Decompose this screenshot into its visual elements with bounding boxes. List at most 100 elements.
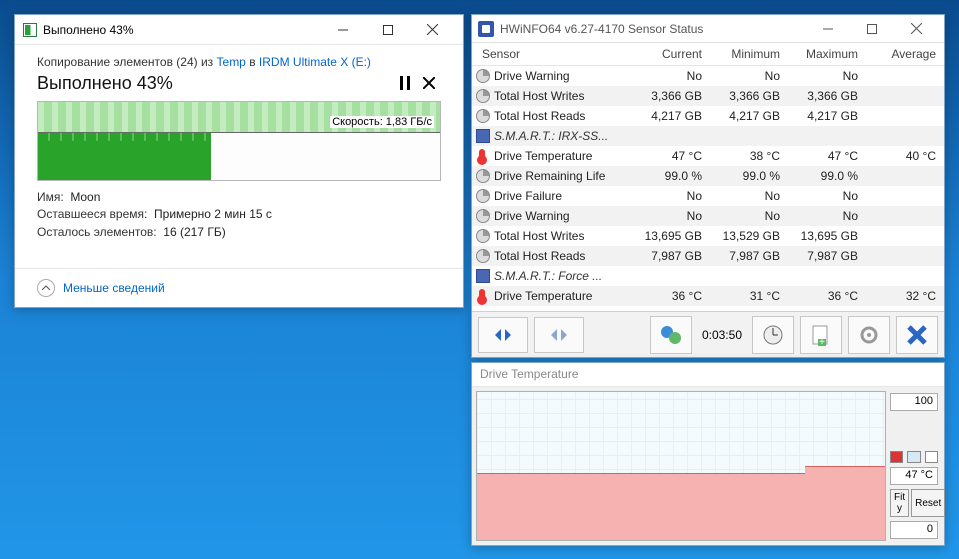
sensor-cur: 4,217 GB [632, 106, 710, 126]
copy-progress-window: Выполнено 43% Копирование элементов (24)… [14, 14, 464, 308]
sensor-min: 38 °C [710, 146, 788, 166]
expand-collapse-left-button[interactable] [478, 317, 528, 353]
hwinfo-app-icon [478, 21, 494, 37]
sensor-max: 99.0 % [788, 166, 866, 186]
sensor-cur: No [632, 186, 710, 206]
sensor-section-row[interactable]: S.M.A.R.T.: Force ... [472, 266, 944, 286]
reset-button[interactable]: Reset [911, 489, 945, 517]
sensor-row[interactable]: Drive FailureNoNoNo [472, 186, 944, 206]
copy-body: Копирование элементов (24) из Temp в IRD… [15, 45, 463, 268]
swatch-bg-icon[interactable] [907, 451, 920, 463]
sensor-cur: 7,987 GB [632, 246, 710, 266]
sensor-cur: 13,695 GB [632, 226, 710, 246]
sensor-max: No [788, 206, 866, 226]
copy-footer: Меньше сведений [15, 268, 463, 307]
sensor-min: 99.0 % [710, 166, 788, 186]
sensor-max: 36 °C [788, 286, 866, 306]
minimize-button[interactable] [320, 16, 365, 44]
sensor-row[interactable]: Drive Remaining Life99.0 %99.0 %99.0 % [472, 166, 944, 186]
maximize-button[interactable] [365, 16, 410, 44]
col-average[interactable]: Average [866, 43, 944, 66]
sensor-max: No [788, 66, 866, 87]
temperature-graph[interactable] [476, 391, 886, 541]
swatch-grid-icon[interactable] [925, 451, 938, 463]
copy-progress-icon [23, 23, 37, 37]
save-report-button[interactable]: + [800, 316, 842, 354]
sensor-row[interactable]: Drive Temperature47 °C38 °C47 °C40 °C [472, 146, 944, 166]
sensor-row[interactable]: Drive WarningNoNoNo [472, 66, 944, 87]
pause-button[interactable] [393, 71, 417, 95]
expand-collapse-right-button[interactable] [534, 317, 584, 353]
copy-titlebar[interactable]: Выполнено 43% [15, 15, 463, 45]
close-sensors-button[interactable] [896, 316, 938, 354]
sensor-min: No [710, 66, 788, 87]
swatch-series-icon[interactable] [890, 451, 903, 463]
sensor-section-row[interactable]: S.M.A.R.T.: IRX-SS... [472, 126, 944, 146]
copy-name-label: Имя: [37, 190, 64, 204]
col-minimum[interactable]: Minimum [710, 43, 788, 66]
sensor-min: 3,366 GB [710, 86, 788, 106]
sensor-row[interactable]: Total Host Reads7,987 GB7,987 GB7,987 GB [472, 246, 944, 266]
sensor-section-name: S.M.A.R.T.: Force ... [494, 269, 602, 283]
sensor-min: No [710, 186, 788, 206]
gauge-icon [476, 89, 490, 103]
col-current[interactable]: Current [632, 43, 710, 66]
graph-current-value: 47 °C [890, 467, 938, 485]
sensor-row[interactable]: Total Host Reads4,217 GB4,217 GB4,217 GB [472, 106, 944, 126]
copy-meta: Имя: Moon Оставшееся время: Примерно 2 м… [37, 189, 441, 241]
chevron-up-icon[interactable] [37, 279, 55, 297]
graph-color-swatches[interactable] [890, 451, 938, 463]
logging-button[interactable] [650, 316, 692, 354]
col-maximum[interactable]: Maximum [788, 43, 866, 66]
graph-window-title[interactable]: Drive Temperature [472, 363, 944, 387]
copy-remain-value: 16 (217 ГБ) [163, 225, 225, 239]
hwinfo-minimize-button[interactable] [806, 16, 850, 42]
sensor-name: Drive Failure [494, 189, 562, 203]
hwinfo-graph-window: Drive Temperature 100 47 °C Fit y Reset … [471, 362, 945, 546]
sensor-section-name: S.M.A.R.T.: IRX-SS... [494, 129, 608, 143]
gauge-icon [476, 69, 490, 83]
graph-ymin-input[interactable]: 0 [890, 521, 938, 539]
sensor-row[interactable]: Drive Temperature36 °C31 °C36 °C32 °C [472, 286, 944, 306]
sensor-row[interactable]: Drive WarningNoNoNo [472, 206, 944, 226]
sensor-avg [866, 106, 944, 126]
hwinfo-sensor-grid[interactable]: Sensor Current Minimum Maximum Average D… [472, 43, 944, 311]
sensor-avg: 32 °C [866, 286, 944, 306]
svg-text:+: + [819, 337, 825, 346]
sensor-avg [866, 246, 944, 266]
sensor-cur: 3,366 GB [632, 86, 710, 106]
gauge-icon [476, 189, 490, 203]
sensor-cur: 99.0 % [632, 166, 710, 186]
sensor-max: 47 °C [788, 146, 866, 166]
hwinfo-titlebar[interactable]: HWiNFO64 v6.27-4170 Sensor Status [472, 15, 944, 43]
less-details-link[interactable]: Меньше сведений [63, 281, 165, 295]
sensor-name: Total Host Writes [494, 89, 584, 103]
graph-side-panel: 100 47 °C Fit y Reset 0 [886, 391, 940, 541]
sensor-row[interactable]: Total Host Writes13,695 GB13,529 GB13,69… [472, 226, 944, 246]
settings-button[interactable] [848, 316, 890, 354]
clock-reset-button[interactable] [752, 316, 794, 354]
copy-time-label: Оставшееся время: [37, 207, 147, 221]
sensor-row[interactable]: Total Host Writes3,366 GB3,366 GB3,366 G… [472, 86, 944, 106]
copy-dest-link[interactable]: IRDM Ultimate X (E:) [259, 55, 371, 69]
sensor-min: 31 °C [710, 286, 788, 306]
copy-throughput-graph[interactable]: Скорость: 1,83 ГБ/с [37, 101, 441, 181]
gauge-icon [476, 249, 490, 263]
thermometer-icon [479, 289, 485, 303]
close-button[interactable] [410, 16, 455, 44]
sensor-max: 7,987 GB [788, 246, 866, 266]
sensor-avg [866, 206, 944, 226]
col-sensor[interactable]: Sensor [472, 43, 632, 66]
hwinfo-maximize-button[interactable] [850, 16, 894, 42]
elapsed-time: 0:03:50 [702, 328, 742, 342]
sensor-max: 3,366 GB [788, 86, 866, 106]
sensor-cur: 47 °C [632, 146, 710, 166]
sensor-name: Drive Remaining Life [494, 169, 605, 183]
graph-ymax-input[interactable]: 100 [890, 393, 938, 411]
cancel-copy-button[interactable] [417, 71, 441, 95]
copy-source-link[interactable]: Temp [217, 55, 246, 69]
hwinfo-close-button[interactable] [894, 16, 938, 42]
copy-name-value: Moon [70, 190, 100, 204]
sensor-min: 7,987 GB [710, 246, 788, 266]
fit-y-button[interactable]: Fit y [890, 489, 909, 517]
